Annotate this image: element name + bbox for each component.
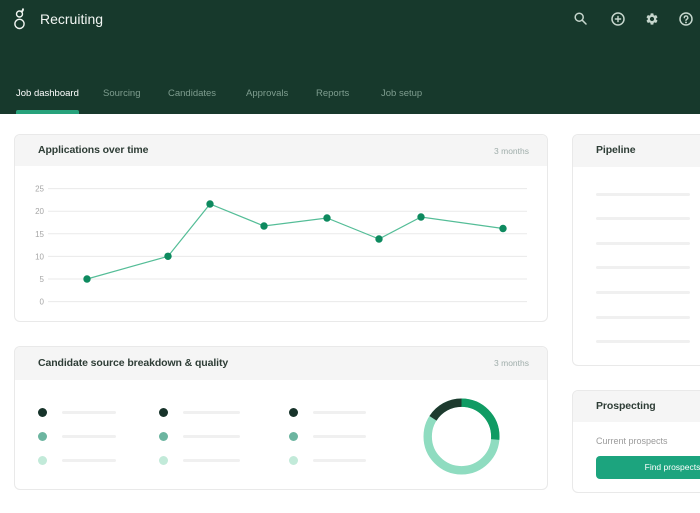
svg-text:20: 20 xyxy=(35,207,44,216)
svg-text:15: 15 xyxy=(35,230,44,239)
svg-text:5: 5 xyxy=(40,275,45,284)
svg-text:25: 25 xyxy=(35,185,44,194)
svg-text:0: 0 xyxy=(40,298,45,307)
svg-text:10: 10 xyxy=(35,252,44,261)
